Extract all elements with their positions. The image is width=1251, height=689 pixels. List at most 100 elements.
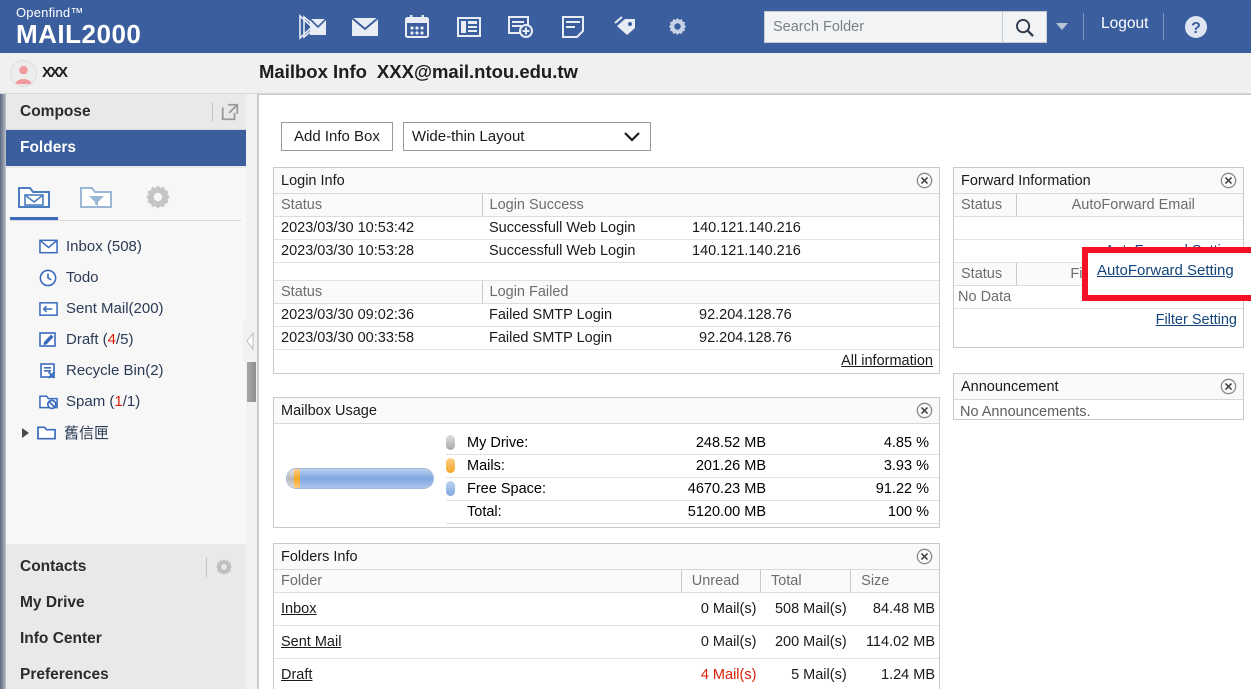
close-icon[interactable] — [1220, 172, 1237, 189]
folder-link[interactable]: Sent Mail — [281, 634, 341, 650]
table-header-row: Folder Unread Total Size — [274, 570, 939, 593]
usage-label-cell: Free Space: — [446, 477, 616, 501]
usage-label: Mails: — [467, 458, 505, 474]
folders-info-box: Folders Info Folder Unread Total Size In… — [273, 543, 940, 689]
usage-bar-graphic — [274, 432, 446, 524]
close-icon[interactable] — [916, 172, 933, 189]
tag-icon[interactable] — [610, 12, 640, 42]
forward-information-title: Forward Information — [961, 172, 1091, 189]
filter-setting-link[interactable]: Filter Setting — [1156, 312, 1237, 328]
pencil-icon — [37, 330, 59, 350]
username-label: XXX — [42, 64, 68, 81]
close-icon[interactable] — [916, 548, 933, 565]
unread-count: 4 — [107, 331, 117, 348]
folder-inbox[interactable]: Inbox (508) — [0, 231, 251, 262]
open-new-window-icon[interactable] — [219, 101, 241, 123]
folder-label: Sent Mail(200) — [66, 300, 164, 317]
sidebar: Compose Folders Inbox (508) Todo Sent Ma… — [0, 94, 258, 689]
folders-info-header: Folders Info — [274, 544, 939, 570]
tab-mail-folders[interactable] — [10, 178, 58, 220]
folder-unread: 4 Mail(s) — [681, 658, 761, 689]
sidebar-collapse-handle[interactable] — [243, 320, 257, 362]
login-event: Successfull Web Login — [482, 216, 692, 240]
folder-size: 1.24 MB — [850, 658, 939, 689]
table-header-row: Status Login Failed — [274, 281, 939, 304]
col-status: Status — [954, 263, 1016, 286]
table-footer-row: Filter Setting — [954, 309, 1243, 332]
mail-icon[interactable] — [350, 12, 380, 42]
close-icon[interactable] — [1220, 378, 1237, 395]
expand-triangle-icon[interactable] — [18, 426, 32, 440]
brand-logo[interactable]: Openfind™ MAIL2000 — [0, 6, 258, 47]
search-options-chevron-down-icon[interactable] — [1053, 19, 1071, 33]
memo-icon[interactable] — [558, 12, 588, 42]
brand-name: MAIL2000 — [16, 19, 142, 49]
calendar-icon[interactable] — [402, 12, 432, 42]
layout-select[interactable]: Wide-thin Layout — [402, 122, 651, 151]
sidebar-item-label: Compose — [20, 102, 91, 120]
search-folder-box[interactable] — [764, 11, 1047, 43]
spacer-row — [274, 262, 939, 281]
col-login-success: Login Success — [481, 194, 939, 217]
all-information-link[interactable]: All information — [841, 353, 933, 369]
tab-filter-folders[interactable] — [76, 178, 116, 216]
folder-archive[interactable]: 舊信匣 — [0, 417, 251, 448]
contacts-gear-icon[interactable] — [213, 556, 235, 578]
folder-sent-mail[interactable]: Sent Mail(200) — [0, 293, 251, 324]
table-header-row: Status Login Success — [274, 194, 939, 217]
brand-superscript: Openfind™ — [16, 5, 84, 20]
sidebar-item-my-drive[interactable]: My Drive — [0, 585, 251, 621]
sidebar-item-preferences[interactable]: Preferences — [0, 657, 251, 689]
avatar[interactable] — [10, 60, 37, 87]
filter-setting-cell: Filter Setting — [954, 309, 1243, 332]
usage-percent: 3.93 % — [766, 454, 939, 478]
announcement-body: No Announcements. — [960, 404, 1091, 420]
col-unread: Unread — [680, 570, 761, 593]
folder-spam[interactable]: Spam (1/1) — [0, 386, 251, 417]
folder-link[interactable]: Draft — [281, 667, 312, 683]
folder-name-cell: Draft — [274, 658, 682, 689]
folder-size: 114.02 MB — [850, 625, 939, 659]
help-icon[interactable]: ? — [1183, 14, 1209, 40]
usage-table: My Drive: 248.52 MB 4.85 % Mails: 201.26… — [446, 432, 939, 524]
sidebar-item-compose[interactable]: Compose — [0, 94, 257, 130]
logout-button[interactable]: Logout — [1101, 15, 1148, 33]
folder-draft[interactable]: Draft (4/5) — [0, 324, 251, 355]
folder-recycle-bin[interactable]: Recycle Bin(2) — [0, 355, 251, 386]
folder-link[interactable]: Inbox — [281, 601, 316, 617]
user-strip: XXX Mailbox Info XXX@mail.ntou.edu.tw — [0, 53, 1251, 94]
search-input[interactable] — [765, 12, 1002, 42]
sidebar-scrollbar[interactable] — [246, 94, 257, 689]
note-add-icon[interactable] — [506, 12, 536, 42]
sent-arrow-icon — [37, 299, 59, 319]
legend-dot-mails — [446, 458, 455, 473]
divider — [206, 557, 207, 577]
news-icon[interactable] — [454, 12, 484, 42]
folder-todo[interactable]: Todo — [0, 262, 251, 293]
empty-cell — [954, 216, 1243, 240]
annotation-autoforward-setting-link[interactable]: AutoForward Setting — [1097, 262, 1234, 279]
login-status: 2023/03/30 00:33:58 — [274, 326, 482, 350]
add-info-box-button[interactable]: Add Info Box — [281, 122, 393, 151]
tab-folder-settings[interactable] — [138, 178, 178, 216]
login-ip: 92.204.128.76 — [692, 303, 939, 327]
sidebar-item-contacts[interactable]: Contacts — [0, 549, 251, 585]
search-icon[interactable] — [1002, 12, 1046, 42]
gear-icon[interactable] — [662, 12, 692, 42]
close-icon[interactable] — [916, 402, 933, 419]
col-autoforward-email: AutoForward Email — [1015, 194, 1243, 217]
sidebar-item-folders[interactable]: Folders — [0, 130, 257, 166]
recycle-bin-icon — [37, 361, 59, 381]
sidebar-item-info-center[interactable]: Info Center — [0, 621, 251, 657]
all-information-cell: All information — [274, 350, 939, 373]
folder-label: Todo — [66, 269, 99, 286]
folder-label: Recycle Bin(2) — [66, 362, 164, 379]
login-event: Successfull Web Login — [482, 239, 692, 263]
mail2000-app: Openfind™ MAIL2000 Search Folder Logout … — [0, 0, 1251, 689]
table-row: 2023/03/30 09:02:36 Failed SMTP Login 92… — [274, 303, 939, 327]
legend-dot-total — [446, 504, 455, 519]
infobox-toolbar: Add Info Box Wide-thin Layout — [281, 122, 651, 151]
table-row: Draft 4 Mail(s) 5 Mail(s) 1.24 MB — [274, 658, 939, 689]
webmail-logo-icon[interactable] — [298, 12, 328, 42]
sidebar-item-label: Info Center — [20, 630, 102, 647]
